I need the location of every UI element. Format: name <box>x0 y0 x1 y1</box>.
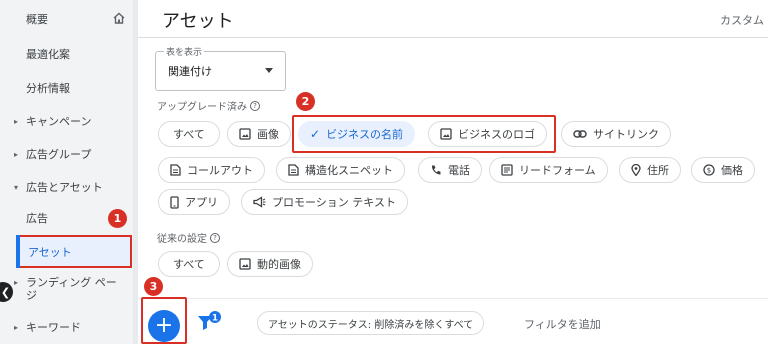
chip-structured-snippet[interactable]: 構造化スニペット <box>276 157 405 183</box>
phone-device-icon <box>170 195 179 209</box>
sidebar-item-label: ランディング ページ <box>26 276 117 302</box>
chip-call[interactable]: 電話 <box>418 157 482 183</box>
chip-sitelink[interactable]: サイトリンク <box>561 121 671 147</box>
chip-label: 画像 <box>257 128 279 141</box>
chip-legacy-all[interactable]: すべて <box>158 251 220 277</box>
legacy-section-label: 従来の設定 ? <box>157 230 220 245</box>
chip-price[interactable]: $ 価格 <box>691 157 755 183</box>
chip-location[interactable]: 住所 <box>619 157 681 183</box>
view-select-label: 表を表示 <box>164 45 205 58</box>
sidebar-item-label: 広告とアセット <box>26 181 103 194</box>
dropdown-arrow-icon <box>265 68 273 73</box>
link-icon <box>573 129 587 139</box>
chip-label: アプリ <box>185 196 218 209</box>
sidebar-item-insights[interactable]: 分析情報 <box>0 79 133 97</box>
sidebar-item-label: 最適化案 <box>26 48 70 61</box>
upgraded-section-label: アップグレード済み ? <box>157 98 260 113</box>
chip-label: コールアウト <box>187 164 253 177</box>
sidebar-item-ad-groups[interactable]: ▸ 広告グループ <box>0 145 133 163</box>
help-icon[interactable]: ? <box>250 100 260 111</box>
chip-dynamic-image[interactable]: 動的画像 <box>227 251 313 277</box>
image-icon <box>440 128 452 140</box>
sidebar-item-label: キーワード <box>26 321 81 334</box>
help-icon[interactable]: ? <box>210 232 220 243</box>
active-indicator <box>16 235 20 268</box>
sidebar-item-recommendations[interactable]: 最適化案 <box>0 45 133 63</box>
chip-business-name[interactable]: ✓ ビジネスの名前 <box>298 121 416 147</box>
divider <box>138 298 768 299</box>
status-filter-chip[interactable]: アセットのステータス: 削除済みを除くすべて <box>257 311 485 335</box>
home-icon[interactable] <box>113 12 125 24</box>
chip-label: すべて <box>173 258 205 271</box>
sidebar-item-label: 概要 <box>26 13 48 26</box>
chip-label: ビジネスのロゴ <box>458 128 535 141</box>
step-badge-2: 2 <box>296 92 315 111</box>
chip-image[interactable]: 画像 <box>227 121 291 147</box>
add-asset-button[interactable]: + <box>148 310 180 342</box>
chevron-down-icon: ▾ <box>14 182 19 192</box>
view-select-value: 関連付け <box>168 65 212 78</box>
chevron-right-icon: ▸ <box>14 116 19 126</box>
filter-count: 1 <box>212 314 218 324</box>
sidebar-item-keywords[interactable]: ▸ キーワード <box>0 318 133 336</box>
document-icon <box>288 164 299 176</box>
chip-label: プロモーション テキスト <box>272 196 396 209</box>
sidebar-item-landing-pages[interactable]: ▸ ランディング ページ <box>0 276 133 304</box>
page-header: アセット カスタム <box>138 0 768 38</box>
chip-all[interactable]: すべて <box>158 121 220 147</box>
custom-link[interactable]: カスタム <box>720 12 764 28</box>
page-title: アセット <box>162 11 234 32</box>
chevron-right-icon: ▸ <box>14 322 19 332</box>
chip-label: すべて <box>173 128 205 141</box>
image-icon <box>239 258 251 270</box>
add-filter-button[interactable]: フィルタを追加 <box>524 316 601 332</box>
sidebar-item-assets[interactable]: アセット <box>16 235 132 268</box>
chevron-right-icon: ▸ <box>14 278 19 287</box>
chevron-right-icon: ▸ <box>14 149 19 159</box>
chip-label: 電話 <box>448 164 470 177</box>
chip-label: 価格 <box>721 164 743 177</box>
form-icon <box>501 164 513 176</box>
sidebar-item-campaigns[interactable]: ▸ キャンペーン <box>0 112 133 130</box>
section-label-text: アップグレード済み <box>157 102 247 113</box>
section-label-text: 従来の設定 <box>157 234 207 245</box>
sidebar-item-label: 広告 <box>26 212 48 225</box>
sidebar-item-label: アセット <box>28 245 72 259</box>
document-icon <box>170 164 181 176</box>
sidebar-item-label: 広告グループ <box>26 148 92 161</box>
chip-callout[interactable]: コールアウト <box>158 157 265 183</box>
chip-app[interactable]: アプリ <box>158 189 230 215</box>
step-badge-1: 1 <box>108 209 127 228</box>
chip-label: 構造化スニペット <box>305 164 393 177</box>
plus-icon: + <box>154 313 174 338</box>
location-pin-icon <box>631 164 641 176</box>
svg-text:$: $ <box>707 167 711 175</box>
sidebar-item-ads-and-assets[interactable]: ▾ 広告とアセット <box>0 178 133 196</box>
filter-chip-label: アセットのステータス: 削除済みを除くすべて <box>268 319 474 331</box>
chevron-left-icon: ❮ <box>0 285 11 299</box>
chip-lead-form[interactable]: リードフォーム <box>489 157 608 183</box>
sidebar-item-label: キャンペーン <box>26 115 92 128</box>
chip-label: リードフォーム <box>519 164 596 177</box>
chip-label: ビジネスの名前 <box>326 128 404 141</box>
chip-label: 動的画像 <box>257 258 301 271</box>
phone-icon <box>430 164 442 176</box>
sidebar: 概要 最適化案 分析情報 ▸ キャンペーン ▸ 広告グループ ▾ 広告とアセット… <box>0 0 138 344</box>
chip-label: サイトリンク <box>593 128 659 141</box>
chip-business-logo[interactable]: ビジネスのロゴ <box>428 121 547 147</box>
step-badge-3: 3 <box>144 277 163 296</box>
sidebar-item-label: 分析情報 <box>26 82 70 95</box>
check-icon: ✓ <box>310 127 321 141</box>
image-icon <box>239 128 251 140</box>
chip-label: 住所 <box>647 164 669 177</box>
google-ads-assets-page: 概要 最適化案 分析情報 ▸ キャンペーン ▸ 広告グループ ▾ 広告とアセット… <box>0 0 768 344</box>
sidebar-edge <box>133 0 138 344</box>
chip-promotion[interactable]: プロモーション テキスト <box>241 189 408 215</box>
filter-icon[interactable]: 1 <box>196 310 222 334</box>
megaphone-icon <box>253 196 266 208</box>
price-icon: $ <box>703 164 715 176</box>
